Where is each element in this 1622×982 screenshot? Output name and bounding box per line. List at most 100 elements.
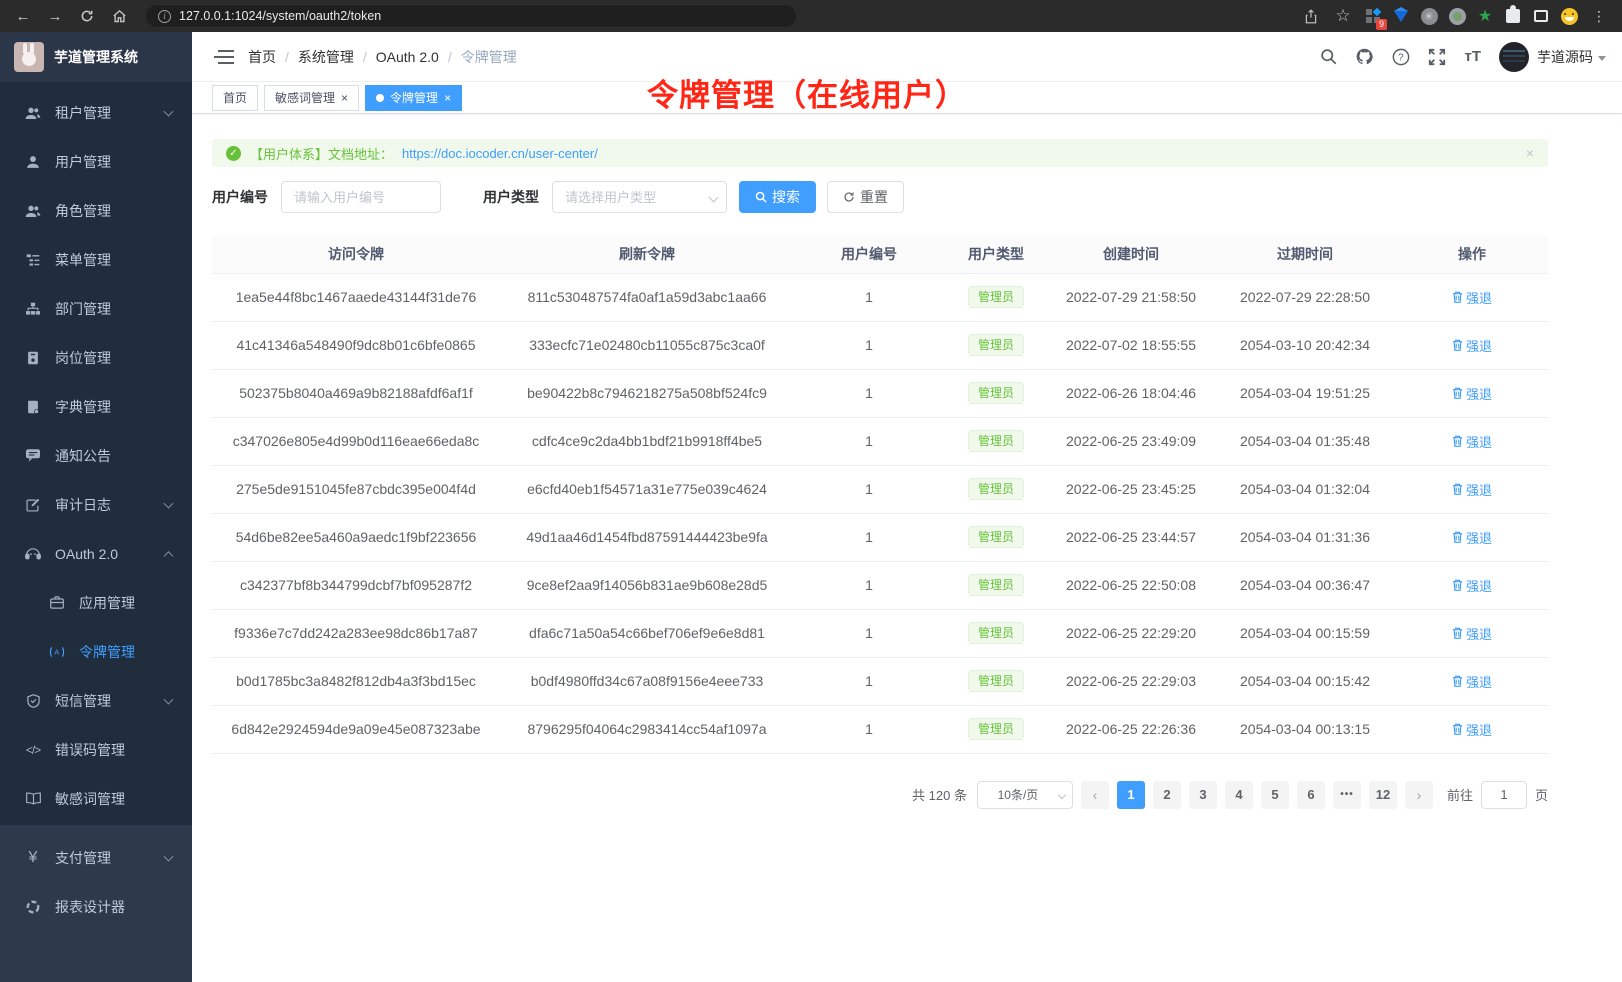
- page-button-12[interactable]: 12: [1369, 781, 1397, 809]
- force-logout-button[interactable]: 强退: [1452, 720, 1492, 739]
- sidebar-item-errcode[interactable]: </> 错误码管理: [0, 725, 192, 774]
- force-logout-label: 强退: [1466, 528, 1492, 547]
- sidebar-item-label: 菜单管理: [55, 250, 111, 270]
- extension-command-icon[interactable]: ✳: [1418, 5, 1440, 27]
- extension-tabs-icon[interactable]: 9: [1362, 5, 1384, 27]
- extension-puzzle-icon[interactable]: [1502, 5, 1524, 27]
- reset-button[interactable]: 重置: [827, 181, 904, 213]
- page-button-5[interactable]: 5: [1261, 781, 1289, 809]
- page-button-3[interactable]: 3: [1189, 781, 1217, 809]
- browser-back-icon[interactable]: ←: [10, 3, 36, 29]
- font-size-icon[interactable]: ᴛT: [1464, 48, 1481, 65]
- force-logout-button[interactable]: 强退: [1452, 432, 1492, 451]
- github-icon[interactable]: [1355, 48, 1374, 66]
- force-logout-button[interactable]: 强退: [1452, 624, 1492, 643]
- breadcrumb-home[interactable]: 首页: [248, 47, 289, 67]
- sidebar-item-audit-log[interactable]: 审计日志: [0, 480, 192, 529]
- sidebar-item-label: 错误码管理: [55, 740, 125, 760]
- sidebar-item-pay[interactable]: ¥ 支付管理: [0, 833, 192, 882]
- user-type-select[interactable]: [552, 181, 727, 213]
- sidebar-item-post[interactable]: 岗位管理: [0, 333, 192, 382]
- total-count: 共 120 条: [912, 785, 967, 804]
- sidebar-item-report-designer[interactable]: 报表设计器: [0, 882, 192, 931]
- browser-menu-icon[interactable]: ⋮: [1586, 3, 1612, 29]
- page-size-select[interactable]: [977, 781, 1073, 809]
- goto-page-input[interactable]: [1481, 781, 1527, 809]
- badge-icon: [25, 351, 41, 365]
- browser-forward-icon[interactable]: →: [42, 3, 68, 29]
- force-logout-button[interactable]: 强退: [1452, 576, 1492, 595]
- user-type-cell: 管理员: [944, 609, 1048, 657]
- collapse-sidebar-icon[interactable]: [214, 50, 234, 64]
- sidebar-item-label: 审计日志: [55, 495, 111, 515]
- extension-gem-icon[interactable]: [1390, 5, 1412, 27]
- force-logout-button[interactable]: 强退: [1452, 528, 1492, 547]
- sidebar-item-dict[interactable]: 字典管理: [0, 382, 192, 431]
- app-logo[interactable]: 芋道管理系统: [0, 32, 192, 82]
- breadcrumb: 首页 系统管理 OAuth 2.0 令牌管理: [248, 47, 526, 67]
- created-cell: 2022-06-26 18:04:46: [1048, 369, 1214, 417]
- sidebar-item-oauth2-app[interactable]: 应用管理: [0, 578, 192, 627]
- close-icon[interactable]: ×: [444, 92, 451, 104]
- user-id-input[interactable]: [281, 181, 441, 213]
- extension-star-icon[interactable]: ★: [1474, 5, 1496, 27]
- page-button-4[interactable]: 4: [1225, 781, 1253, 809]
- app-header: 首页 系统管理 OAuth 2.0 令牌管理 ? ᴛT 芋道源码: [192, 32, 1622, 82]
- alert-text: 【用户体系】文档地址：: [250, 144, 393, 163]
- prev-page-button[interactable]: ‹: [1081, 781, 1109, 809]
- sidebar-item-user[interactable]: 用户管理: [0, 137, 192, 186]
- sidebar-item-notice[interactable]: 通知公告: [0, 431, 192, 480]
- alert-close-icon[interactable]: ×: [1526, 145, 1534, 161]
- share-icon[interactable]: [1298, 3, 1324, 29]
- bookmark-star-icon[interactable]: ☆: [1330, 3, 1356, 29]
- page-button-1[interactable]: 1: [1117, 781, 1145, 809]
- browser-reload-icon[interactable]: [74, 3, 100, 29]
- search-button[interactable]: 搜索: [739, 181, 816, 213]
- sidebar-item-sensitive-word[interactable]: 敏感词管理: [0, 774, 192, 823]
- force-logout-label: 强退: [1466, 384, 1492, 403]
- tab-label: 首页: [223, 89, 247, 106]
- force-logout-button[interactable]: 强退: [1452, 384, 1492, 403]
- force-logout-button[interactable]: 强退: [1452, 672, 1492, 691]
- success-check-icon: ✓: [226, 146, 241, 161]
- user-type-badge: 管理员: [968, 430, 1024, 452]
- next-page-button[interactable]: ›: [1405, 781, 1433, 809]
- browser-home-icon[interactable]: [106, 3, 132, 29]
- doc-link[interactable]: https://doc.iocoder.cn/user-center/: [402, 146, 598, 161]
- sidebar-item-sms[interactable]: 短信管理: [0, 676, 192, 725]
- sidebar-item-oauth2[interactable]: OAuth 2.0: [0, 529, 192, 578]
- tab-sensitive-word[interactable]: 敏感词管理 ×: [264, 85, 359, 111]
- sidebar-item-role[interactable]: 角色管理: [0, 186, 192, 235]
- page-button-6[interactable]: 6: [1297, 781, 1325, 809]
- profile-emoji-icon[interactable]: [1558, 5, 1580, 27]
- breadcrumb-oauth2[interactable]: OAuth 2.0: [376, 49, 452, 65]
- sidebar-item-oauth2-token[interactable]: A 令牌管理: [0, 627, 192, 676]
- sidebar-item-label: 角色管理: [55, 201, 111, 221]
- user-type-badge: 管理员: [968, 622, 1024, 644]
- split-screen-icon[interactable]: [1530, 5, 1552, 27]
- search-icon[interactable]: [1320, 48, 1337, 65]
- col-access-token: 访问令牌: [212, 235, 500, 273]
- user-avatar[interactable]: 芋道源码: [1499, 42, 1606, 72]
- help-icon[interactable]: ?: [1392, 48, 1410, 66]
- site-info-icon[interactable]: i: [158, 10, 171, 23]
- user-type-cell: 管理员: [944, 657, 1048, 705]
- tab-home[interactable]: 首页: [212, 85, 258, 111]
- more-pages-button[interactable]: •••: [1333, 781, 1361, 809]
- refresh-token-cell: cdfc4ce9c2da4bb1bdf21b9918ff4be5: [500, 417, 794, 465]
- address-bar[interactable]: i 127.0.0.1:1024/system/oauth2/token: [146, 5, 796, 27]
- close-icon[interactable]: ×: [341, 92, 348, 104]
- tab-token[interactable]: 令牌管理 ×: [365, 85, 462, 111]
- force-logout-button[interactable]: 强退: [1452, 288, 1492, 307]
- force-logout-button[interactable]: 强退: [1452, 480, 1492, 499]
- sidebar-item-dept[interactable]: 部门管理: [0, 284, 192, 333]
- sidebar-item-menu[interactable]: 菜单管理: [0, 235, 192, 284]
- sidebar-item-tenant[interactable]: 租户管理: [0, 88, 192, 137]
- page-button-2[interactable]: 2: [1153, 781, 1181, 809]
- breadcrumb-system[interactable]: 系统管理: [298, 47, 367, 67]
- goto-suffix: 页: [1535, 785, 1548, 804]
- fullscreen-icon[interactable]: [1428, 48, 1446, 66]
- user-type-select-input[interactable]: [552, 181, 727, 213]
- force-logout-button[interactable]: 强退: [1452, 336, 1492, 355]
- extension-recorder-icon[interactable]: [1446, 5, 1468, 27]
